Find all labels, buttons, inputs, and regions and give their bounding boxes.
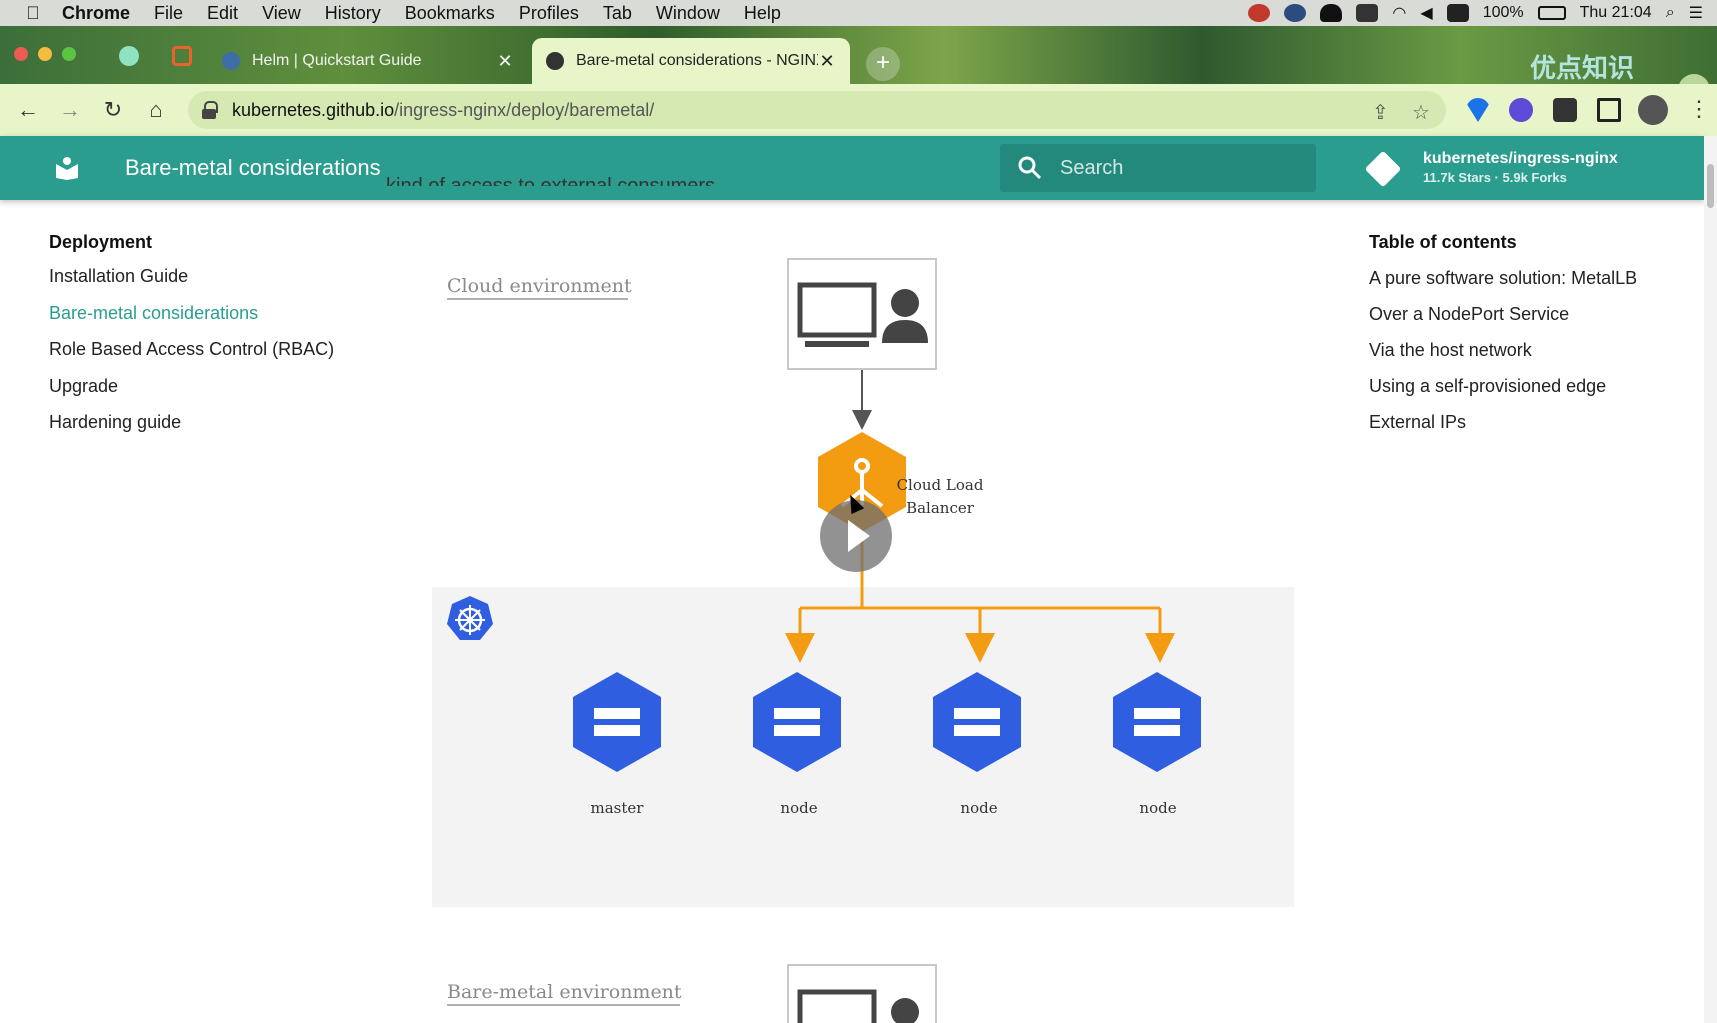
more-menu-icon[interactable]: ⋮ xyxy=(1688,96,1710,122)
repo-name: kubernetes/ingress-nginx xyxy=(1423,150,1618,167)
record-icon[interactable] xyxy=(1248,4,1271,22)
tab-strip: Helm | Quickstart Guide ✕ Bare-metal con… xyxy=(0,26,1717,106)
clock[interactable]: Thu 21:04 xyxy=(1580,4,1652,22)
macos-menu-bar:  Chrome File Edit View History Bookmark… xyxy=(0,0,1717,26)
watermark-logo: 优点知识 xyxy=(1530,53,1635,83)
url-text[interactable]: kubernetes.github.io/ingress-nginx/deplo… xyxy=(232,91,654,129)
menu-edit[interactable]: Edit xyxy=(195,0,250,26)
node-label: node xyxy=(780,799,817,817)
table-of-contents: Table of contents A pure software soluti… xyxy=(1369,232,1669,446)
nav-item-rbac[interactable]: Role Based Access Control (RBAC) xyxy=(49,339,389,376)
site-header: Bare-metal considerations Search kuberne… xyxy=(0,136,1704,200)
helm-favicon xyxy=(222,52,240,70)
node-label: node xyxy=(1139,799,1176,817)
toc-item-external-ips[interactable]: External IPs xyxy=(1369,410,1669,434)
nav-item-hardening[interactable]: Hardening guide xyxy=(49,412,389,449)
pinned-tab-icon[interactable] xyxy=(119,46,139,66)
toc-heading: Table of contents xyxy=(1369,232,1517,252)
zoom-window-button[interactable] xyxy=(62,47,76,61)
menu-profiles[interactable]: Profiles xyxy=(507,0,591,26)
node-label: master xyxy=(591,799,645,817)
tab-title: Helm | Quickstart Guide xyxy=(252,52,422,69)
left-nav: Deployment Installation Guide Bare-metal… xyxy=(49,232,389,449)
tab-title: Bare-metal considerations - NGINX Ingres… xyxy=(576,52,818,69)
nav-item-installation-guide[interactable]: Installation Guide xyxy=(49,266,389,303)
bookmark-star-icon[interactable]: ☆ xyxy=(1412,100,1430,125)
menu-tab[interactable]: Tab xyxy=(591,0,644,26)
menu-bookmarks[interactable]: Bookmarks xyxy=(393,0,507,26)
window-controls xyxy=(14,47,76,61)
menu-window[interactable]: Window xyxy=(644,0,732,26)
page-title: Bare-metal considerations xyxy=(125,155,381,180)
cloud-icon[interactable] xyxy=(1320,4,1343,22)
control-center-icon[interactable]: ☰ xyxy=(1689,3,1703,23)
side-panel-icon[interactable] xyxy=(1597,98,1621,122)
client-box xyxy=(787,258,937,370)
menu-chrome[interactable]: Chrome xyxy=(50,0,142,26)
page-scrollbar[interactable] xyxy=(1704,136,1717,1023)
close-tab-icon[interactable]: ✕ xyxy=(818,51,836,72)
share-icon[interactable]: ⇪ xyxy=(1372,100,1389,125)
repo-facts: 11.7k Stars · 5.9k Forks xyxy=(1423,170,1567,185)
battery-icon[interactable] xyxy=(1537,6,1566,20)
tab-helm-quickstart[interactable]: Helm | Quickstart Guide ✕ xyxy=(208,38,528,84)
ingress-favicon xyxy=(546,52,564,70)
minimize-window-button[interactable] xyxy=(38,47,52,61)
menu-help[interactable]: Help xyxy=(732,0,793,26)
menu-view[interactable]: View xyxy=(250,0,313,26)
du-icon[interactable] xyxy=(1446,4,1469,22)
baremetal-environment-label[interactable]: Bare-metal environment xyxy=(447,981,682,1003)
search-input[interactable]: Search xyxy=(1000,144,1316,192)
address-bar[interactable]: kubernetes.github.io/ingress-nginx/deplo… xyxy=(188,91,1446,129)
lb-label-line2: Balancer xyxy=(906,499,975,517)
git-icon xyxy=(1364,150,1402,188)
lb-label-line1: Cloud Load xyxy=(897,476,984,494)
reload-icon[interactable]: ↻ xyxy=(99,96,127,124)
extension-icon[interactable] xyxy=(1466,98,1490,122)
node-label: node xyxy=(960,799,997,817)
nav-item-bare-metal[interactable]: Bare-metal considerations xyxy=(49,303,389,340)
lock-icon[interactable] xyxy=(202,101,218,119)
toc-item-metallb[interactable]: A pure software solution: MetalLB xyxy=(1369,266,1669,290)
menu-file[interactable]: File xyxy=(142,0,195,26)
menu-history[interactable]: History xyxy=(313,0,393,26)
status-area: ◠ ◀ 100% Thu 21:04 ⌕ ☰ xyxy=(1248,0,1703,26)
spotlight-icon[interactable]: ⌕ xyxy=(1666,4,1675,22)
search-icon xyxy=(1018,156,1042,180)
cloud-environment-label[interactable]: Cloud environment xyxy=(447,275,632,297)
new-tab-button[interactable]: + xyxy=(866,47,900,81)
memory-icon[interactable] xyxy=(1356,4,1379,22)
body-text-fragment: kind of access to external consumers. xyxy=(386,175,721,186)
toc-item-host-network[interactable]: Via the host network xyxy=(1369,338,1669,362)
back-icon[interactable]: ← xyxy=(14,96,42,124)
extension-icon[interactable] xyxy=(1509,98,1533,122)
wifi-icon[interactable]: ◠ xyxy=(1392,3,1406,23)
architecture-diagram: Cloud environment Cloud Load Balancer ma… xyxy=(430,250,1300,1023)
nav-heading: Deployment xyxy=(49,232,153,252)
close-window-button[interactable] xyxy=(14,47,28,61)
close-tab-icon[interactable]: ✕ xyxy=(496,51,514,72)
diagram-svg: Cloud environment Cloud Load Balancer ma… xyxy=(432,258,1294,1023)
toc-item-edge[interactable]: Using a self-provisioned edge xyxy=(1369,374,1669,398)
search-placeholder: Search xyxy=(1060,157,1124,179)
pinned-tab-icon[interactable] xyxy=(172,46,192,66)
browser-toolbar: ← → ↻ ⌂ kubernetes.github.io/ingress-ngi… xyxy=(0,84,1717,136)
home-icon[interactable]: ⌂ xyxy=(142,96,170,124)
toc-item-nodeport[interactable]: Over a NodePort Service xyxy=(1369,302,1669,326)
forward-icon[interactable]: → xyxy=(56,96,84,124)
scrollbar-thumb[interactable] xyxy=(1707,164,1714,208)
book-logo-icon[interactable] xyxy=(54,156,80,180)
battery-percent: 100% xyxy=(1482,4,1524,21)
vpn-icon[interactable] xyxy=(1284,4,1307,22)
nav-item-upgrade[interactable]: Upgrade xyxy=(49,376,389,413)
volume-icon[interactable]: ◀ xyxy=(1420,3,1432,23)
profile-avatar[interactable] xyxy=(1638,95,1668,125)
apple-menu-icon[interactable]:  xyxy=(16,3,50,24)
extensions-puzzle-icon[interactable] xyxy=(1553,98,1577,122)
tab-bare-metal[interactable]: Bare-metal considerations - NGINX Ingres… xyxy=(532,38,850,84)
